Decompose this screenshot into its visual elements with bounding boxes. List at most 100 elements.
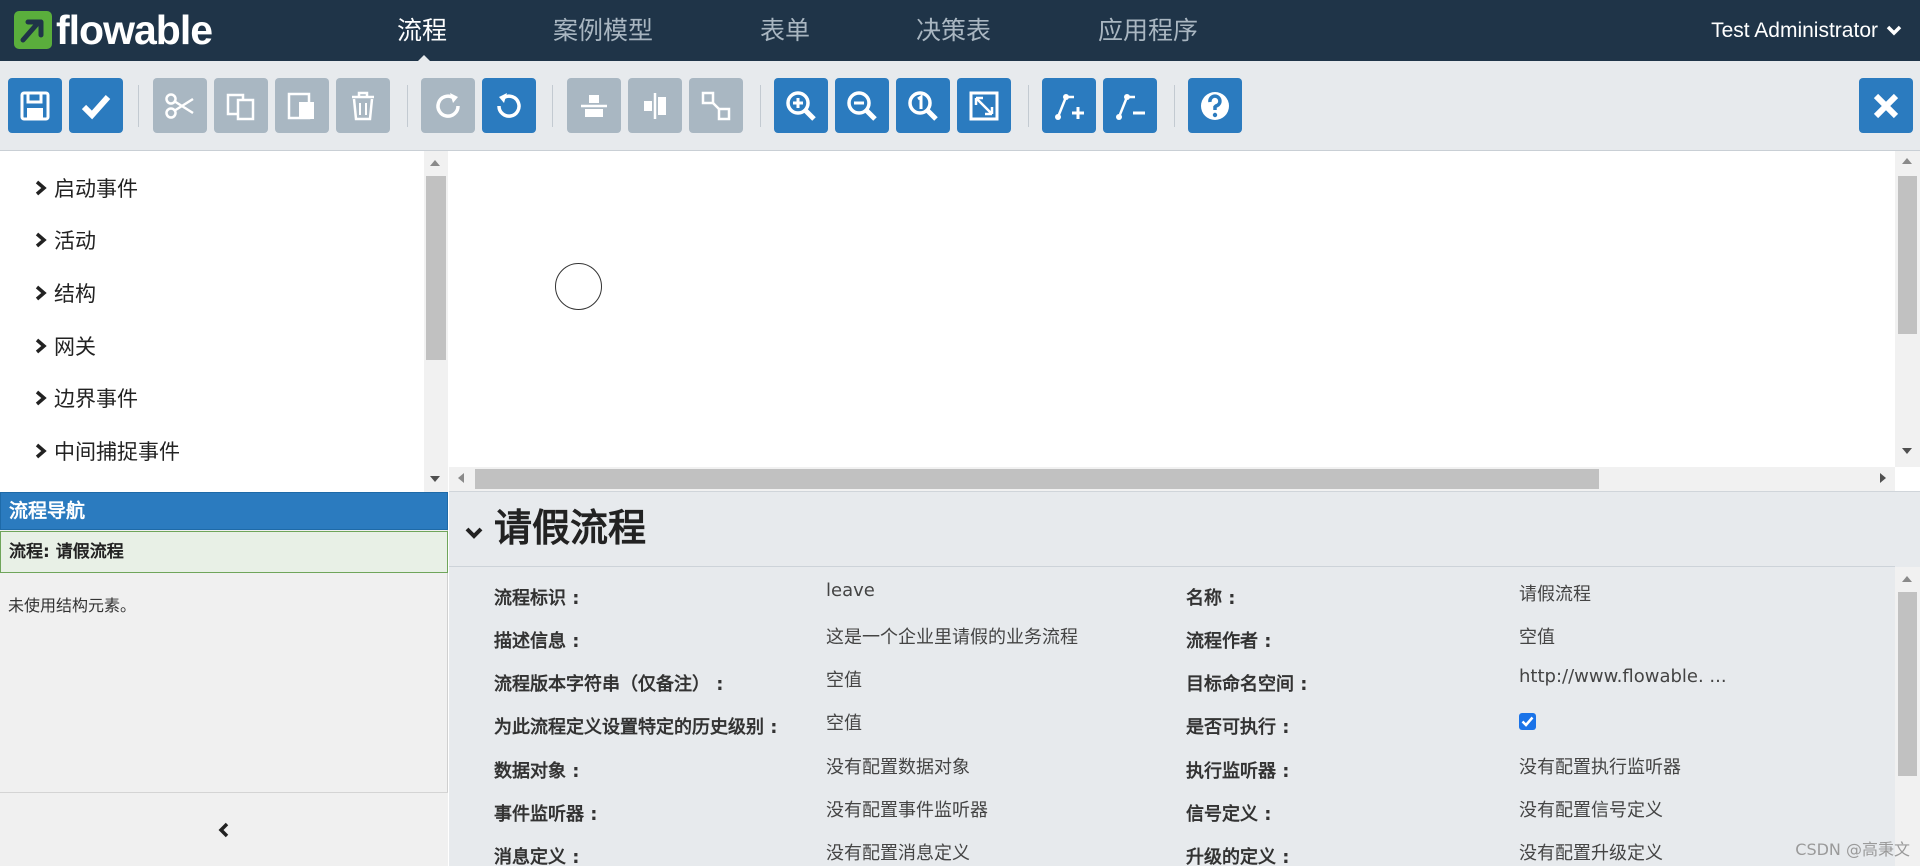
toolbar-divider	[138, 85, 139, 127]
palette-scrollbar-thumb[interactable]	[426, 176, 446, 360]
prop-value-version-string[interactable]: 空值	[826, 666, 862, 692]
palette-group-activities[interactable]: 活动	[34, 225, 96, 255]
palette-group-label: 结构	[54, 282, 96, 306]
zoom-fit-button[interactable]	[957, 78, 1011, 133]
prop-value-data-objects[interactable]: 没有配置数据对象	[826, 753, 970, 779]
property-panel-divider	[449, 566, 1895, 567]
scroll-up-arrow-icon[interactable]	[430, 160, 440, 166]
prop-value-process-id[interactable]: leave	[826, 580, 875, 601]
cut-button[interactable]	[153, 78, 207, 133]
help-button[interactable]	[1188, 78, 1242, 133]
prop-value-signal-definitions[interactable]: 没有配置信号定义	[1519, 796, 1663, 822]
prop-value-execution-listeners[interactable]: 没有配置执行监听器	[1519, 753, 1681, 779]
palette-group-start-events[interactable]: 启动事件	[34, 173, 138, 203]
scroll-up-arrow-icon[interactable]	[1902, 576, 1912, 582]
palette-group-intermediate-catch-events[interactable]: 中间捕捉事件	[34, 436, 180, 466]
navigator-title: 流程导航	[0, 492, 448, 530]
save-button[interactable]	[8, 78, 62, 133]
toolbar-divider	[1174, 85, 1175, 127]
canvas-horizontal-scrollbar-thumb[interactable]	[475, 469, 1599, 489]
prop-label-signal-definitions: 信号定义 :	[1186, 804, 1272, 825]
scroll-down-arrow-icon[interactable]	[1902, 448, 1912, 454]
prop-value-history-level[interactable]: 空值	[826, 709, 862, 735]
scroll-up-arrow-icon[interactable]	[1902, 158, 1912, 164]
zoom-out-icon	[847, 90, 877, 121]
scroll-left-arrow-icon[interactable]	[458, 473, 464, 483]
paste-icon	[287, 92, 314, 119]
paste-button[interactable]	[275, 78, 329, 133]
chevron-right-icon	[35, 180, 47, 196]
prop-label-execution-listeners: 执行监听器 :	[1186, 761, 1290, 782]
chevron-right-icon	[35, 285, 47, 301]
copy-button[interactable]	[214, 78, 268, 133]
palette-group-boundary-events[interactable]: 边界事件	[34, 383, 138, 413]
prop-value-author[interactable]: 空值	[1519, 623, 1555, 649]
scroll-right-arrow-icon[interactable]	[1880, 473, 1886, 483]
zoom-in-button[interactable]	[774, 78, 828, 133]
same-size-button[interactable]	[689, 78, 743, 133]
align-vertical-button[interactable]	[628, 78, 682, 133]
chevron-right-icon	[35, 232, 47, 248]
align-horizontal-button[interactable]	[567, 78, 621, 133]
prop-label-escalation-definitions: 升级的定义 :	[1186, 847, 1290, 866]
align-vertical-icon	[644, 92, 666, 119]
prop-label-name: 名称 :	[1186, 588, 1236, 609]
prop-label-process-id: 流程标识 :	[494, 588, 580, 609]
align-horizontal-icon	[581, 94, 607, 117]
prop-value-event-listeners[interactable]: 没有配置事件监听器	[826, 796, 988, 822]
prop-label-message-definitions: 消息定义 :	[494, 847, 580, 866]
validate-check-icon	[81, 94, 111, 119]
prop-label-event-listeners: 事件监听器 :	[494, 804, 598, 825]
zoom-actual-button[interactable]	[896, 78, 950, 133]
remove-bendpoint-button[interactable]	[1103, 78, 1157, 133]
shape-palette: 启动事件 活动 结构 网关 边界事件 中间捕捉事件	[0, 151, 448, 492]
palette-group-gateways[interactable]: 网关	[34, 331, 96, 361]
zoom-out-button[interactable]	[835, 78, 889, 133]
prop-value-name[interactable]: 请假流程	[1519, 580, 1591, 606]
nav-case-model[interactable]: 案例模型	[553, 0, 653, 61]
canvas-vertical-scrollbar-thumb[interactable]	[1898, 176, 1917, 334]
nav-apps[interactable]: 应用程序	[1098, 0, 1198, 61]
flowable-logo[interactable]: flowable	[14, 10, 213, 51]
chevron-right-icon	[35, 390, 47, 406]
top-navbar: flowable 流程 案例模型 表单 决策表 应用程序 Test Admini…	[0, 0, 1920, 63]
property-panel-scrollbar-thumb[interactable]	[1898, 592, 1917, 776]
bpmn-canvas[interactable]	[449, 151, 1895, 467]
help-icon	[1201, 91, 1229, 120]
add-bendpoint-button[interactable]	[1042, 78, 1096, 133]
close-editor-button[interactable]	[1859, 78, 1913, 133]
start-event-shape[interactable]	[555, 263, 602, 310]
toolbar-divider	[1028, 85, 1029, 127]
nav-process[interactable]: 流程	[397, 0, 447, 61]
undo-button[interactable]	[482, 78, 536, 133]
scroll-down-arrow-icon[interactable]	[430, 476, 440, 482]
prop-value-escalation-definitions[interactable]: 没有配置升级定义	[1519, 839, 1663, 865]
chevron-left-icon	[218, 822, 229, 837]
navigator-process-item[interactable]: 流程: 请假流程	[0, 531, 448, 573]
prop-label-data-objects: 数据对象 :	[494, 761, 580, 782]
delete-button[interactable]	[336, 78, 390, 133]
prop-value-target-namespace[interactable]: http://www.flowable. ...	[1519, 666, 1727, 687]
prop-value-message-definitions[interactable]: 没有配置消息定义	[826, 839, 970, 865]
redo-button[interactable]	[421, 78, 475, 133]
chevron-right-icon	[35, 338, 47, 354]
palette-group-label: 网关	[54, 335, 96, 359]
prop-label-history-level: 为此流程定义设置特定的历史级别 :	[494, 717, 778, 738]
prop-label-executable: 是否可执行 :	[1186, 717, 1290, 738]
palette-group-structural[interactable]: 结构	[34, 278, 96, 308]
prop-label-version-string: 流程版本字符串（仅备注） :	[494, 674, 724, 695]
property-panel-title: 请假流程	[494, 506, 647, 550]
same-size-icon	[701, 91, 731, 120]
collapse-panel-button[interactable]	[0, 792, 448, 866]
remove-bendpoint-icon	[1116, 93, 1145, 120]
chevron-down-icon[interactable]	[464, 526, 484, 540]
redo-icon	[436, 92, 460, 118]
nav-forms[interactable]: 表单	[760, 0, 810, 61]
close-icon	[1873, 93, 1899, 118]
nav-decision-tables[interactable]: 决策表	[916, 0, 991, 61]
prop-label-target-namespace: 目标命名空间 :	[1186, 674, 1308, 695]
user-menu[interactable]: Test Administrator	[1711, 0, 1902, 61]
validate-button[interactable]	[69, 78, 123, 133]
executable-checkbox[interactable]	[1519, 713, 1536, 730]
prop-value-description[interactable]: 这是一个企业里请假的业务流程	[826, 623, 1078, 649]
